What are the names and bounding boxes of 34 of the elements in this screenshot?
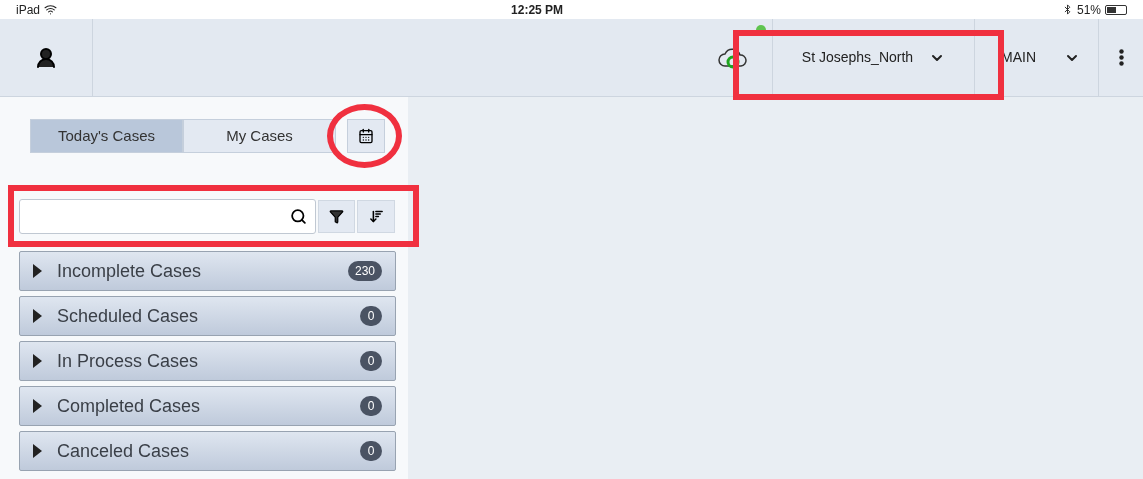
more-icon (1118, 49, 1124, 66)
count-badge: 0 (360, 351, 382, 371)
sort-icon (368, 209, 384, 224)
section-label: Canceled Cases (57, 439, 190, 463)
case-section[interactable]: Completed Cases 0 (19, 386, 396, 426)
count-badge: 0 (360, 441, 382, 461)
count-badge: 0 (360, 306, 382, 326)
case-tab[interactable]: Today's Cases (30, 119, 183, 153)
calendar-button[interactable] (347, 119, 385, 153)
calendar-icon (358, 128, 374, 144)
user-icon (34, 45, 58, 70)
battery-icon (1105, 4, 1127, 15)
section-label: Scheduled Cases (57, 304, 199, 328)
location-dropdown[interactable]: St Josephs_North (772, 19, 974, 96)
case-section[interactable]: Scheduled Cases 0 (19, 296, 396, 336)
device-name: iPad (16, 1, 41, 19)
battery-percent: 51% (1076, 1, 1101, 19)
case-tab[interactable]: My Cases (183, 119, 336, 153)
case-section[interactable]: Incomplete Cases 230 (19, 251, 396, 291)
count-badge: 230 (347, 261, 382, 281)
case-section[interactable]: In Process Cases 0 (19, 341, 396, 381)
cloud-icon (717, 45, 747, 70)
section-label: Incomplete Cases (57, 259, 202, 283)
status-time: 12:25 PM (511, 1, 564, 19)
search-icon (290, 208, 307, 225)
search-field[interactable] (19, 199, 316, 234)
filter-icon (329, 209, 344, 224)
section-label: In Process Cases (57, 349, 199, 373)
wifi-icon (44, 3, 58, 16)
section-label: Completed Cases (57, 394, 201, 418)
filter-button[interactable] (318, 200, 355, 233)
count-badge: 0 (360, 396, 382, 416)
sort-button[interactable] (357, 200, 395, 233)
case-section[interactable]: Canceled Cases 0 (19, 431, 396, 471)
